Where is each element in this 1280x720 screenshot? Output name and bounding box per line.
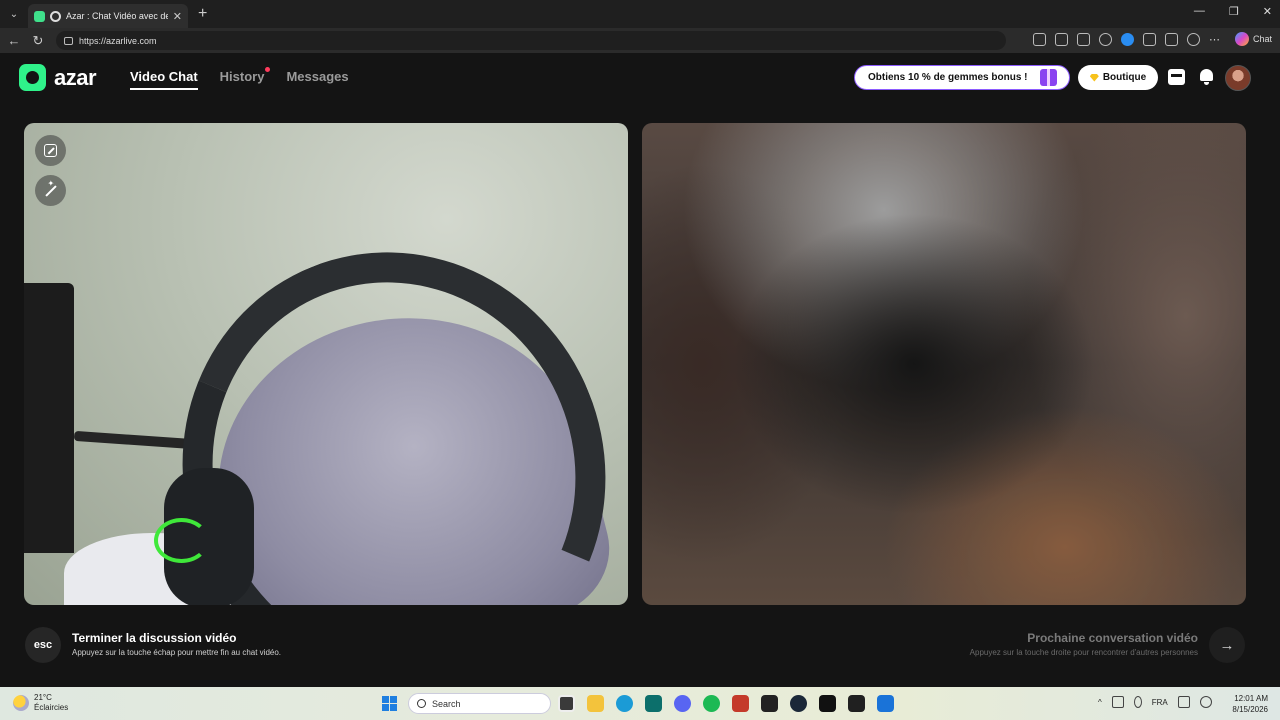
edge-browser-icon[interactable] (616, 695, 633, 712)
notification-dot (265, 67, 271, 72)
weather-condition: Éclaircies (34, 703, 69, 712)
tab-actions-menu-icon[interactable]: ⌄ (4, 4, 24, 24)
windows-taskbar: 21°C Éclaircies Search ^ FRA 12:01 AM 8/… (0, 687, 1280, 720)
taskbar-search-placeholder: Search (432, 698, 461, 709)
site-info-icon[interactable] (64, 36, 73, 45)
nav-video-chat[interactable]: Video Chat (130, 69, 198, 90)
gem-bonus-promo-button[interactable]: Obtiens 10 % de gemmes bonus ! (854, 65, 1070, 90)
copilot-chat-button[interactable]: Chat (1234, 32, 1272, 46)
tab-close-icon[interactable]: ✕ (173, 10, 182, 23)
microphone-icon[interactable] (1133, 696, 1142, 708)
arrow-right-icon: → (1219, 636, 1235, 654)
reader-mode-icon[interactable] (1077, 33, 1090, 46)
remote-video-feed-blurred (642, 123, 1246, 605)
profile-icon[interactable] (1187, 33, 1200, 46)
close-window-button[interactable]: ✕ (1263, 5, 1272, 18)
network-icon[interactable] (1177, 696, 1190, 708)
outlook-icon[interactable] (877, 695, 894, 712)
url-field[interactable]: https://azarlive.com (56, 31, 1006, 50)
browser-toolbar: ⋯ (1033, 33, 1220, 46)
taskbar-search-box[interactable]: Search (408, 693, 551, 714)
azar-logo-icon (19, 64, 46, 91)
store-app-icon[interactable] (645, 695, 662, 712)
task-view-icon[interactable] (558, 695, 575, 712)
azar-app: azar Video Chat History Messages Obtiens… (0, 53, 1280, 687)
weather-widget[interactable]: 21°C Éclaircies (13, 693, 68, 713)
camera-permission-icon[interactable] (1033, 33, 1046, 46)
logo-text: azar (54, 64, 97, 90)
favorites-icon[interactable] (1165, 33, 1178, 46)
shop-button[interactable]: Boutique (1078, 65, 1158, 90)
tab-title: Azar : Chat Vidéo avec de nouv (66, 11, 168, 21)
windows-start-icon[interactable] (382, 696, 397, 711)
promo-label: Obtiens 10 % de gemmes bonus ! (868, 72, 1028, 83)
expand-video-button[interactable] (35, 135, 66, 166)
gem-icon (1089, 73, 1099, 82)
camera-image-desk (24, 283, 74, 553)
browser-tab-bar: ⌄ Azar : Chat Vidéo avec de nouv ✕ + — ❐… (0, 0, 1280, 28)
browser-address-bar: ← ↻ https://azarlive.com ⋯ Chat (0, 28, 1280, 53)
effects-button[interactable] (35, 175, 66, 206)
next-chat-button[interactable]: → (1209, 627, 1245, 663)
bell-icon[interactable] (1198, 69, 1215, 85)
extension-icon[interactable] (1121, 33, 1134, 46)
spotify-icon[interactable] (703, 695, 720, 712)
url-text: https://azarlive.com (79, 35, 157, 46)
end-chat-subtitle: Appuyez sur la touche échap pour mettre … (72, 648, 282, 657)
volume-icon[interactable] (1199, 696, 1212, 708)
magic-wand-icon (44, 184, 57, 197)
copilot-chat-label: Chat (1252, 34, 1272, 44)
terminal-app-icon[interactable] (819, 695, 836, 712)
next-chat-title: Prochaine conversation vidéo (1027, 631, 1198, 645)
taskbar-clock[interactable]: 12:01 AM 8/15/2026 (1232, 693, 1268, 715)
inbox-icon[interactable] (1168, 69, 1185, 85)
clock-time: 12:01 AM (1234, 694, 1268, 703)
gift-icon (1040, 69, 1057, 86)
window-controls: — ❐ ✕ (1194, 5, 1272, 18)
steam-icon[interactable] (790, 695, 807, 712)
nav-history[interactable]: History (219, 67, 271, 90)
tray-app-icon[interactable] (1111, 696, 1124, 708)
input-language[interactable]: FRA (1152, 698, 1168, 707)
app-available-icon[interactable] (1055, 33, 1068, 46)
azar-favicon-icon (34, 10, 45, 22)
end-chat-title: Terminer la discussion vidéo (72, 631, 237, 645)
copilot-icon (1234, 32, 1249, 46)
nav-messages[interactable]: Messages (286, 69, 348, 90)
restore-button[interactable]: ❐ (1229, 5, 1239, 18)
taskbar-apps (558, 695, 894, 712)
search-icon (417, 699, 426, 708)
favorite-star-icon[interactable] (1099, 33, 1112, 46)
weather-temperature: 21°C (34, 693, 52, 702)
clock-date: 8/15/2026 (1232, 705, 1268, 714)
game-app-icon[interactable] (732, 695, 749, 712)
browser-tab-azar[interactable]: Azar : Chat Vidéo avec de nouv ✕ (28, 4, 188, 28)
expand-icon (44, 144, 57, 157)
self-video-feed (24, 123, 628, 605)
back-button[interactable]: ← (4, 33, 24, 48)
azar-logo[interactable]: azar (19, 64, 97, 91)
discord-icon[interactable] (674, 695, 691, 712)
main-nav: Video Chat History Messages (130, 67, 349, 90)
avatar[interactable] (1225, 65, 1251, 91)
settings-more-icon[interactable]: ⋯ (1209, 33, 1220, 46)
partly-sunny-icon (13, 695, 29, 711)
end-chat-button[interactable]: esc (25, 627, 61, 663)
new-tab-button[interactable]: + (198, 5, 207, 23)
next-chat-subtitle: Appuyez sur la touche droite pour rencon… (969, 648, 1198, 657)
minimize-button[interactable]: — (1194, 5, 1205, 18)
capture-app-icon[interactable] (848, 695, 865, 712)
nav-history-label: History (219, 69, 265, 84)
system-tray: ^ FRA (1098, 696, 1212, 708)
file-explorer-icon[interactable] (587, 695, 604, 712)
epic-games-icon[interactable] (761, 695, 778, 712)
show-hidden-icons-chevron-icon[interactable]: ^ (1098, 698, 1102, 707)
reload-button[interactable]: ↻ (28, 33, 48, 49)
shop-label: Boutique (1102, 72, 1147, 83)
extensions-puzzle-icon[interactable] (1143, 33, 1156, 46)
recording-icon (50, 10, 61, 22)
